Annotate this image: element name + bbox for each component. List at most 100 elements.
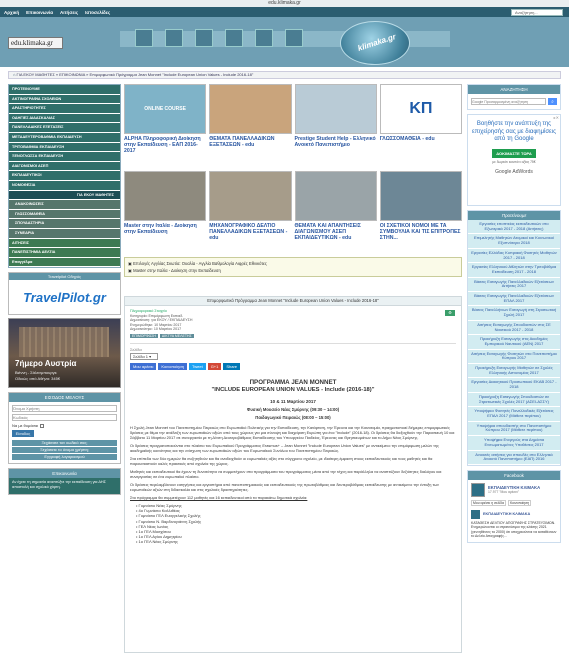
news-item[interactable]: Αιτήσεις Εισαγωγής Φοιτητών στο Πανεπιστ… bbox=[468, 349, 560, 365]
featured-card[interactable]: Master στην Ιταλία - Διοίκηση στην Εκπαί… bbox=[124, 171, 207, 255]
rss-item[interactable]: ▣ Master στην Ιταλία - Διοίκηση στην Εκπ… bbox=[128, 267, 458, 274]
rss-item-text[interactable]: Επιλογές Αγγλίας Σκωτία: Ουαλία - Αγγλία… bbox=[133, 261, 267, 266]
sidebar-item[interactable]: ΤΡΙΤΟΒΑΘΜΙΑ ΕΚΠΑΙΔΕΥΣΗ bbox=[9, 142, 120, 153]
news-item[interactable]: Ανοικτές αιτήσεις για σπουδές στο Ελληνι… bbox=[468, 450, 560, 465]
news-item[interactable]: Εργασίες Διοικητικού Προσωπικού ΕΚΑΒ 201… bbox=[468, 378, 560, 393]
sidebar-item[interactable]: ΣΥΝΕΔΡΙΑ bbox=[9, 228, 120, 239]
card-thumbnail[interactable]: ΚΠ bbox=[379, 84, 462, 134]
news-item[interactable]: Προκήρυξη Εισαγωγής Σπουδαστών σε Στρατι… bbox=[468, 392, 560, 408]
austria-ad[interactable]: 7ήμερο Αυστρία Βιέννη - Σάλτσμπουργκ Οδι… bbox=[8, 318, 121, 389]
remember-checkbox[interactable] bbox=[40, 423, 45, 428]
fb-post-title[interactable]: ΕΚΠΑΙΔΕΥΤΙΚΗ ΚΛΙΜΑΚΑ bbox=[483, 512, 530, 516]
sidebar-item[interactable]: ΕΚΠΑΙΔΕΥΤΙΚΟΙ bbox=[9, 171, 120, 181]
adwords-text: Βοηθήστε την ανάπτυξη της επιχείρησής σα… bbox=[472, 121, 556, 142]
news-item[interactable]: Εργασίες Ελλάδας Κυπριακή Φοιτητές Μαθητ… bbox=[468, 248, 560, 264]
news-item[interactable]: Βάσεις Εισαγωγής Πανελλαδικών Εξετάσεων … bbox=[468, 292, 560, 307]
sidebar-item[interactable]: ΑΝΑΚΟΙΝΩΣΕΙΣ bbox=[9, 200, 120, 210]
featured-card[interactable]: ONLINE COURSE ALPHA Πληροφορική Διοίκηση … bbox=[124, 84, 207, 168]
featured-card[interactable]: ΘΕΜΑΤΑ ΚΑΙ ΑΠΑΝΤΗΣΕΙΣ ΔΙΑΓΩΝΙΣΜΟΥ ΑΣΕΠ Ε… bbox=[294, 171, 377, 255]
sidebar-item[interactable]: ΑΙΤΗΣΕΙΣ bbox=[9, 238, 120, 249]
news-item[interactable]: Υποψήφια σπουδαστής στο Πανεπιστήμιο Κύπ… bbox=[468, 421, 560, 437]
tweet-button[interactable]: Tweet bbox=[189, 362, 206, 370]
card-thumbnail[interactable] bbox=[379, 171, 462, 221]
news-item[interactable]: Επιμελητής Μαθητών Ατομικοί και Κοινωνικ… bbox=[468, 234, 560, 249]
news-item[interactable]: Υποψήφιοι Φοιτητές Πανελλαδικές Εξετάσει… bbox=[468, 407, 560, 422]
register-link[interactable]: Εγγραφή λογαριασμού bbox=[12, 454, 117, 461]
sidebar-item[interactable]: ΓΙΑ ΕΚΟΥ ΜΑΘΗΤΕΣ bbox=[9, 190, 120, 201]
sidebar-item[interactable]: ΝΟΜΟΘΕΣΙΑ bbox=[9, 180, 120, 191]
forgot-username-link[interactable]: Ξεχάσατε το όνομα χρήστη; bbox=[12, 447, 117, 454]
card-title[interactable]: ΘΕΜΑΤΑ ΠΑΝΕΛΛΑΔΙΚΩΝ ΕΞΕΤΑΣΕΩΝ - edu bbox=[209, 136, 291, 148]
ad-close-icon[interactable]: ▸✕ bbox=[554, 115, 559, 120]
card-thumbnail[interactable]: ONLINE COURSE bbox=[124, 84, 207, 134]
password-input[interactable] bbox=[12, 414, 117, 422]
facebook-share-button[interactable]: Κοινοποίηση bbox=[158, 362, 188, 370]
page-select[interactable]: Σελίδα 1 ▾ bbox=[130, 352, 158, 360]
sidebar-item[interactable]: ΔΙΑΓΩΝΙΣΜΟΙ ΑΣΕΠ bbox=[9, 161, 120, 172]
featured-card[interactable]: ΟΙ ΣΧΕΤΙΚΟΙ ΝΟΜΟΙ ΜΕ ΤΑ ΣΥΜΒΟΥΛΙΑ ΚΑΙ ΤΙ… bbox=[379, 171, 462, 255]
facebook-like-button[interactable]: Μου αρέσει bbox=[130, 362, 157, 370]
featured-card[interactable]: Prestige Student Help - Ελληνικό Ανοικτό… bbox=[294, 84, 377, 168]
news-item[interactable]: Προκήρυξη Εισαγωγής στις Ακαδημίες Εμπορ… bbox=[468, 335, 560, 350]
sidebar-item[interactable]: ΓΛΩΣΣΟΜΑΘΕΙΑ bbox=[9, 209, 120, 220]
google-plus-button[interactable]: G+1 bbox=[207, 362, 222, 370]
rss-item[interactable]: ▣ Επιλογές Αγγλίας Σκωτία: Ουαλία - Αγγλ… bbox=[128, 260, 458, 267]
google-search-input[interactable] bbox=[471, 98, 546, 105]
card-title[interactable]: ALPHA Πληροφορική Διοίκηση στην Εκπαίδευ… bbox=[124, 136, 206, 155]
sidebar-item[interactable]: ΔΡΑΣΤΗΡΙΟΤΗΤΕΣ bbox=[9, 104, 120, 114]
news-item[interactable]: Αιτήσεις Εισαγωγής Σπουδαστών στις ΣΕ Να… bbox=[468, 320, 560, 336]
news-item[interactable]: Υποψήφια Ενεργούς στα Δημόσια Ενσωματωμέ… bbox=[468, 436, 560, 451]
linkedin-share-button[interactable]: Share bbox=[223, 362, 241, 370]
card-title[interactable]: Master στην Ιταλία - Διοίκηση στην Εκπαί… bbox=[124, 223, 206, 235]
fb-share-button[interactable]: Κοινοποίηση bbox=[507, 499, 532, 506]
nav-websites[interactable]: Ιστοσελίδες bbox=[85, 10, 110, 15]
sidebar-item[interactable]: ΜΕΤΑΔΕΥΤΕΡΟΒΑΘΜΙΑ ΕΚΠΑΙΔΕΥΣΗ bbox=[9, 132, 120, 143]
tag-link[interactable]: ΕΠΙΜΟΡΦΩΣΗ bbox=[130, 333, 158, 338]
login-button[interactable]: Είσοδος bbox=[12, 430, 34, 438]
adwords-ad[interactable]: ▸✕ Βοηθήστε την ανάπτυξη της επιχείρησής… bbox=[467, 114, 561, 206]
sidebar-item[interactable]: Επαγγέλμα bbox=[9, 257, 120, 268]
card-thumbnail[interactable] bbox=[209, 84, 292, 134]
card-thumbnail[interactable] bbox=[294, 171, 377, 221]
rss-item-text[interactable]: Master στην Ιταλία - Διοίκηση στην Εκπαί… bbox=[133, 268, 221, 273]
nav-applications[interactable]: Αιτήσεις bbox=[60, 10, 78, 15]
travelpilot-logo[interactable]: TravelPilot.gr bbox=[9, 280, 120, 315]
sidebar-item[interactable]: ΞΕΝΟΓΛΩΣΣΑ ΕΚΠΑΙΔΕΥΣΗ bbox=[9, 152, 120, 162]
breadcrumb-text[interactable]: ΓΙΑ ΕΚΟΥ ΜΑΘΗΤΕΣ » ΕΠΙΚΟΙΝΩΝΙΑ » Επιμορφ… bbox=[17, 72, 254, 77]
fb-like-page-button[interactable]: Μου αρέσει η σελίδα bbox=[471, 499, 506, 506]
article-paragraph: Οι δράσεις περιλαμβάνουν εισηγήσεις και … bbox=[130, 481, 439, 492]
card-title[interactable]: ΘΕΜΑΤΑ ΚΑΙ ΑΠΑΝΤΗΣΕΙΣ ΔΙΑΓΩΝΙΣΜΟΥ ΑΣΕΠ Ε… bbox=[295, 223, 377, 242]
article-tools-button[interactable]: ⚙ bbox=[445, 310, 455, 316]
news-item[interactable]: Βάσεις Πανελλήνιων Εισαγωγή στη Στρατιωτ… bbox=[468, 306, 560, 321]
news-item[interactable]: Εργασίες εποπτείας εκπαιδευτικών στο Εξω… bbox=[468, 220, 560, 235]
sidebar-item[interactable]: ΑΚΤΙΝΟΓΡΑΦΙΑ ΣΧΟΛΕΙΩΝ bbox=[9, 94, 120, 105]
news-item[interactable]: Προκήρυξη Εισαγωγής Μαθητών σε Σχολές Ελ… bbox=[468, 364, 560, 379]
sidebar-item[interactable]: ΠΡΟΤΕΙΝΟΥΜΕ bbox=[9, 85, 120, 95]
sidebar-item[interactable]: ΟΔΗΓΙΕΣ ΔΙΔΑΣΚΑΛΙΑΣ bbox=[9, 113, 120, 124]
news-item[interactable]: Εργασίες Ελληνικού Αθλητών στην Τριτοβάθ… bbox=[468, 263, 560, 278]
username-input[interactable] bbox=[12, 405, 117, 413]
featured-card[interactable]: ΚΠ ΓΛΩΣΣΟΜΑΘΕΙΑ - edu bbox=[379, 84, 462, 168]
card-thumbnail[interactable] bbox=[209, 171, 292, 221]
nav-contact[interactable]: Επικοινωνία bbox=[26, 10, 53, 15]
tag-link[interactable]: ΔΙΚΤΥΑ ΜΕΛΕΤΗΣ bbox=[159, 333, 194, 338]
forgot-password-link[interactable]: Ξεχάσατε τον κωδικό σας; bbox=[12, 440, 117, 447]
featured-card[interactable]: ΜΗΧΑΝΟΓΡΑΦΙΚΟ ΔΕΛΤΙΟ ΠΑΝΕΛΛΑΔΙΚΩΝ ΕΞΕΤΑΣ… bbox=[209, 171, 292, 255]
top-search-input[interactable]: Αναζήτηση... bbox=[511, 8, 563, 16]
site-logo[interactable]: edu.klimaka.gr bbox=[8, 37, 63, 49]
card-title[interactable]: Prestige Student Help - Ελληνικό Ανοικτό… bbox=[295, 136, 377, 148]
sidebar-item[interactable]: ΠΑΝΕΠΙΣΤΗΜΙΑ ΔΕΛΤΙΑ bbox=[9, 248, 120, 258]
nav-home[interactable]: Αρχική bbox=[4, 10, 19, 15]
card-thumbnail[interactable] bbox=[294, 84, 377, 134]
card-title[interactable]: ΓΛΩΣΣΟΜΑΘΕΙΑ - edu bbox=[380, 136, 462, 142]
card-thumbnail[interactable] bbox=[124, 171, 207, 221]
sidebar-item[interactable]: ΣΠΟΥΔΑΣΤΗΡΙΑ bbox=[9, 219, 120, 229]
search-icon[interactable]: ⌕ bbox=[548, 98, 557, 105]
card-title[interactable]: ΟΙ ΣΧΕΤΙΚΟΙ ΝΟΜΟΙ ΜΕ ΤΑ ΣΥΜΒΟΥΛΙΑ ΚΑΙ ΤΙ… bbox=[380, 223, 462, 242]
card-title[interactable]: ΜΗΧΑΝΟΓΡΑΦΙΚΟ ΔΕΛΤΙΟ ΠΑΝΕΛΛΑΔΙΚΩΝ ΕΞΕΤΑΣ… bbox=[209, 223, 291, 242]
fb-page-avatar[interactable] bbox=[471, 482, 485, 497]
adwords-try-button[interactable]: ΔΟΚΙΜΑΣΤΕ ΤΩΡΑ bbox=[492, 148, 536, 158]
news-item[interactable]: Βάσεις Εισαγωγής Πανελλαδικών Εξετάσεων … bbox=[468, 277, 560, 293]
featured-card[interactable]: ΘΕΜΑΤΑ ΠΑΝΕΛΛΑΔΙΚΩΝ ΕΞΕΤΑΣΕΩΝ - edu bbox=[209, 84, 292, 168]
sidebar-item[interactable]: ΠΑΝΕΛΛΑΔΙΚΕΣ ΕΞΕΤΑΣΕΙΣ bbox=[9, 123, 120, 133]
